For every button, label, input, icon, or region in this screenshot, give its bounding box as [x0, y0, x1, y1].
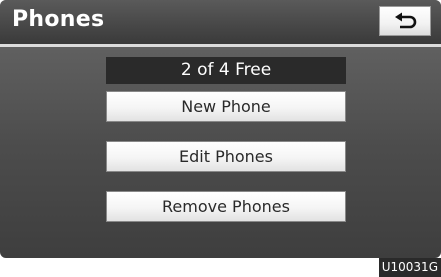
- status-banner: 2 of 4 Free: [106, 57, 346, 84]
- header-divider: [0, 44, 441, 47]
- phones-screen: Phones 2 of 4 Free New Phone Edit Phones…: [0, 0, 441, 258]
- page-title: Phones: [12, 7, 105, 32]
- edit-phones-button[interactable]: Edit Phones: [106, 141, 346, 172]
- header-bar: Phones: [0, 0, 441, 44]
- remove-phones-button[interactable]: Remove Phones: [106, 191, 346, 222]
- back-button[interactable]: [379, 6, 431, 36]
- return-arrow-icon: [395, 12, 417, 29]
- new-phone-button[interactable]: New Phone: [106, 91, 346, 122]
- figure-code: U10031G: [378, 258, 441, 277]
